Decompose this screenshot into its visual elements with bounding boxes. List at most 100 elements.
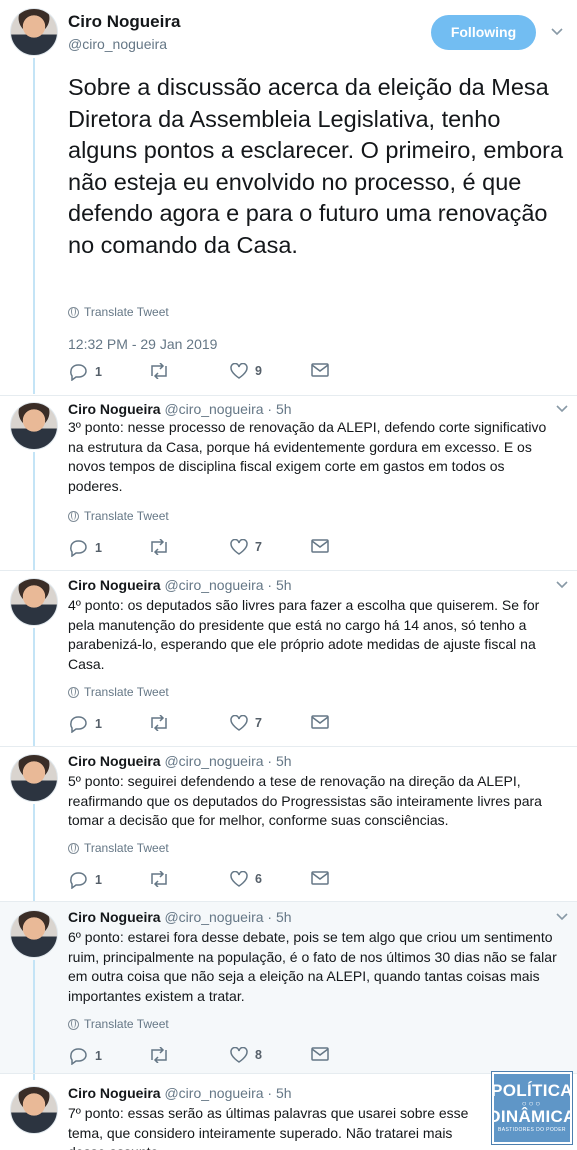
tweet-header: Ciro Nogueira @ciro_nogueira · 5h	[68, 577, 292, 593]
tweet-actions: 1 7	[68, 539, 348, 559]
message-button[interactable]	[311, 715, 329, 729]
logo-tagline: BASTIDORES DO PODER	[498, 1127, 566, 1133]
tweet-age[interactable]: · 5h	[267, 577, 291, 593]
translate-tweet-link[interactable]: Translate Tweet	[68, 305, 169, 319]
like-button[interactable]: 6	[230, 871, 262, 887]
author-name[interactable]: Ciro Nogueira	[68, 577, 161, 593]
translate-tweet-link[interactable]: Translate Tweet	[68, 685, 169, 699]
heart-icon	[230, 539, 248, 555]
tweet-header: Ciro Nogueira @ciro_nogueira · 5h	[68, 401, 292, 417]
chevron-down-icon[interactable]	[551, 28, 563, 38]
translate-label: Translate Tweet	[84, 1017, 169, 1031]
avatar[interactable]	[10, 578, 58, 626]
author-handle[interactable]: @ciro_nogueira	[164, 1085, 263, 1101]
reply-count: 1	[95, 873, 102, 887]
retweet-button[interactable]	[148, 871, 170, 887]
reply-icon	[70, 364, 87, 381]
author-handle[interactable]: @ciro_nogueira	[164, 909, 263, 925]
translate-label: Translate Tweet	[84, 509, 169, 523]
like-count: 7	[255, 716, 262, 730]
author-handle[interactable]: @ciro_nogueira	[164, 753, 263, 769]
like-count: 9	[255, 364, 262, 378]
author-name[interactable]: Ciro Nogueira	[68, 12, 180, 32]
reply-icon	[70, 716, 87, 733]
tweet-age[interactable]: · 5h	[267, 753, 291, 769]
avatar[interactable]	[10, 1086, 58, 1134]
envelope-icon	[311, 1047, 329, 1061]
tweet-timestamp[interactable]: 12:32 PM - 29 Jan 2019	[68, 336, 217, 352]
tweet-age[interactable]: · 5h	[267, 909, 291, 925]
retweet-icon	[151, 871, 167, 887]
globe-icon	[68, 842, 79, 854]
translate-tweet-link[interactable]: Translate Tweet	[68, 509, 169, 523]
like-button[interactable]: 9	[230, 363, 262, 379]
message-button[interactable]	[311, 539, 329, 553]
avatar[interactable]	[10, 910, 58, 958]
heart-icon	[230, 871, 248, 887]
like-button[interactable]: 8	[230, 1047, 262, 1063]
author-name[interactable]: Ciro Nogueira	[68, 1085, 161, 1101]
chevron-down-icon[interactable]	[556, 913, 568, 923]
tweet-actions: 1 7	[68, 715, 348, 735]
tweet-text: Sobre a discussão acerca da eleição da M…	[68, 74, 564, 258]
tweet-actions: 1 9	[68, 363, 348, 383]
chevron-down-icon[interactable]	[556, 581, 568, 591]
following-button[interactable]: Following	[431, 15, 536, 50]
message-button[interactable]	[311, 363, 329, 377]
reply-button[interactable]: 1	[68, 363, 102, 381]
thread-line	[33, 452, 35, 570]
thread-line	[33, 960, 35, 1080]
tweet-text: 6º ponto: estarei fora desse debate, poi…	[68, 929, 557, 1004]
envelope-icon	[311, 539, 329, 553]
globe-icon	[68, 686, 79, 698]
reply-button[interactable]: 1	[68, 539, 102, 557]
reply-button[interactable]: 1	[68, 1047, 102, 1065]
retweet-button[interactable]	[148, 539, 170, 555]
author-handle[interactable]: @ciro_nogueira	[68, 36, 167, 52]
retweet-icon	[151, 363, 167, 379]
retweet-button[interactable]	[148, 363, 170, 379]
retweet-button[interactable]	[148, 1047, 170, 1063]
author-name[interactable]: Ciro Nogueira	[68, 909, 161, 925]
like-button[interactable]: 7	[230, 715, 262, 731]
translate-tweet-link[interactable]: Translate Tweet	[68, 841, 169, 855]
thread-line	[33, 804, 35, 904]
tweet-text: 7º ponto: essas serão as últimas palavra…	[68, 1105, 469, 1150]
translate-label: Translate Tweet	[84, 841, 169, 855]
reply-count: 1	[95, 541, 102, 555]
like-button[interactable]: 7	[230, 539, 262, 555]
reply-button[interactable]: 1	[68, 715, 102, 733]
logo-line2: DINÂMICA	[488, 1107, 576, 1126]
tweet-text: 5º ponto: seguirei defendendo a tese de …	[68, 773, 542, 828]
heart-icon	[230, 1047, 248, 1063]
retweet-button[interactable]	[148, 715, 170, 731]
tweet-divider	[0, 901, 577, 902]
tweet-age[interactable]: · 5h	[267, 1085, 291, 1101]
envelope-icon	[311, 871, 329, 885]
tweet-header: Ciro Nogueira @ciro_nogueira · 5h	[68, 1085, 292, 1101]
politica-dinamica-logo: POLÍTICA ○○○ DINÂMICA BASTIDORES DO PODE…	[488, 1071, 575, 1145]
reply-button[interactable]: 1	[68, 871, 102, 889]
tweet-divider	[0, 746, 577, 747]
avatar[interactable]	[10, 8, 58, 56]
author-handle[interactable]: @ciro_nogueira	[164, 577, 263, 593]
avatar[interactable]	[10, 754, 58, 802]
author-handle[interactable]: @ciro_nogueira	[164, 401, 263, 417]
message-button[interactable]	[311, 1047, 329, 1061]
globe-icon	[68, 510, 79, 522]
translate-tweet-link[interactable]: Translate Tweet	[68, 1017, 169, 1031]
tweet-divider	[0, 570, 577, 571]
tweet-divider	[0, 395, 577, 396]
tweet-divider	[0, 1073, 577, 1074]
chevron-down-icon[interactable]	[556, 405, 568, 415]
like-count: 7	[255, 540, 262, 554]
retweet-icon	[151, 1047, 167, 1063]
reply-count: 1	[95, 717, 102, 731]
message-button[interactable]	[311, 871, 329, 885]
reply-icon	[70, 1048, 87, 1065]
logo-line1: POLÍTICA	[491, 1081, 573, 1100]
author-name[interactable]: Ciro Nogueira	[68, 401, 161, 417]
author-name[interactable]: Ciro Nogueira	[68, 753, 161, 769]
tweet-age[interactable]: · 5h	[267, 401, 291, 417]
avatar[interactable]	[10, 402, 58, 450]
